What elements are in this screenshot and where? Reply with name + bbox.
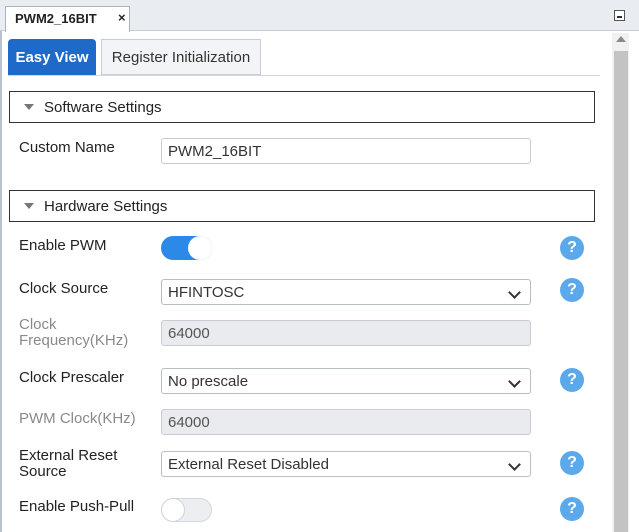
enable-push-pull-label: Enable Push-Pull xyxy=(19,498,135,515)
clock-frequency-field: 64000 xyxy=(161,320,531,346)
external-reset-source-label: External Reset Source xyxy=(19,448,117,480)
help-icon[interactable]: ? xyxy=(560,497,584,521)
pwm-clock-label: PWM Clock(KHz) xyxy=(19,410,136,427)
toggle-knob xyxy=(161,498,185,522)
software-settings-header[interactable]: Software Settings xyxy=(9,91,595,123)
external-reset-source-label-line2: Source xyxy=(19,463,67,480)
enable-pwm-toggle[interactable] xyxy=(161,236,212,260)
tab-divider xyxy=(8,75,600,76)
chevron-down-icon xyxy=(508,286,521,299)
help-icon[interactable]: ? xyxy=(560,278,584,302)
clock-frequency-label: Clock Frequency(KHz) xyxy=(19,317,128,349)
close-tab-icon[interactable]: × xyxy=(118,10,126,25)
clock-frequency-label-line1: Clock xyxy=(19,316,57,333)
help-icon[interactable]: ? xyxy=(560,451,584,475)
frame-border xyxy=(0,31,2,532)
tab-register-initialization-label: Register Initialization xyxy=(111,48,251,66)
custom-name-label: Custom Name xyxy=(19,139,115,156)
clock-source-select[interactable]: HFINTOSC xyxy=(161,279,531,305)
tab-register-initialization[interactable]: Register Initialization xyxy=(101,39,261,75)
hardware-settings-header[interactable]: Hardware Settings xyxy=(9,190,595,222)
external-reset-source-value: External Reset Disabled xyxy=(168,456,329,473)
external-reset-source-select[interactable]: External Reset Disabled xyxy=(161,451,531,477)
toggle-knob xyxy=(188,236,212,260)
chevron-down-icon xyxy=(508,375,521,388)
enable-pwm-label: Enable PWM xyxy=(19,237,107,254)
custom-name-input[interactable]: PWM2_16BIT xyxy=(161,138,531,164)
hardware-settings-title: Hardware Settings xyxy=(44,197,168,215)
help-icon[interactable]: ? xyxy=(560,236,584,260)
clock-prescaler-select[interactable]: No prescale xyxy=(161,368,531,394)
clock-prescaler-value: No prescale xyxy=(168,373,249,390)
external-reset-source-label-line1: External Reset xyxy=(19,447,118,464)
enable-push-pull-toggle[interactable] xyxy=(161,498,212,522)
collapse-triangle-icon xyxy=(24,104,34,110)
scrollbar-thumb[interactable] xyxy=(614,51,628,532)
tab-easy-view[interactable]: Easy View xyxy=(8,39,96,75)
collapse-triangle-icon xyxy=(24,203,34,209)
chevron-down-icon xyxy=(508,458,521,471)
help-icon[interactable]: ? xyxy=(560,368,584,392)
minimize-icon[interactable] xyxy=(614,10,625,21)
clock-prescaler-label: Clock Prescaler xyxy=(19,369,125,386)
document-tab[interactable]: PWM2_16BIT × xyxy=(5,6,130,32)
document-tab-title: PWM2_16BIT xyxy=(15,11,97,26)
tab-easy-view-label: Easy View xyxy=(15,48,89,66)
pwm-clock-field: 64000 xyxy=(161,409,531,435)
software-settings-title: Software Settings xyxy=(44,98,162,116)
clock-source-label: Clock Source xyxy=(19,280,109,297)
clock-source-value: HFINTOSC xyxy=(168,284,245,301)
clock-frequency-label-line2: Frequency(KHz) xyxy=(19,332,129,349)
scroll-up-arrow-icon[interactable] xyxy=(616,36,626,42)
